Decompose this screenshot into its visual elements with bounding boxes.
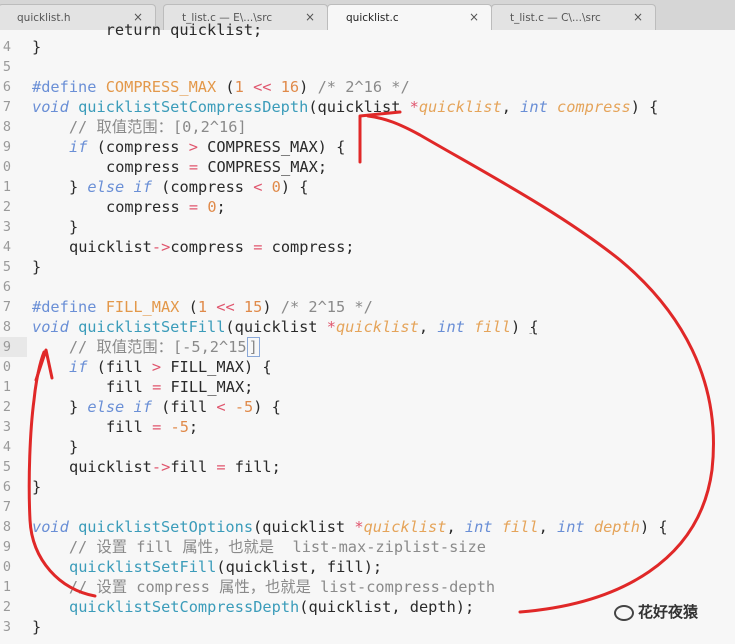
code-line: compress = 0; [106,198,226,216]
code-line: // 设置 compress 属性，也就是 list-compress-dept… [32,578,496,596]
tab-t-list-c-c[interactable]: t_list.c — C\...\src × [491,4,656,30]
code-line: fill = FILL_MAX; [106,378,254,396]
bracket-match: ] [246,337,260,357]
code-area[interactable]: return quicklist; } #define COMPRESS_MAX… [0,21,735,644]
tab-label: t_list.c — C\...\src [510,12,601,24]
code-line: } else if (compress < 0) { [69,178,309,196]
code-line: compress = COMPRESS_MAX; [106,158,328,176]
code-line: void quicklistSetOptions(quicklist *quic… [32,518,668,536]
code-line: } else if (fill < -5) { [69,398,281,416]
code-line: #define FILL_MAX (1 << 15) /* 2^15 */ [32,298,373,316]
close-icon[interactable]: × [305,10,315,24]
watermark: 花好夜猿 [614,600,698,624]
code-line: quicklistSetFill(quicklist, fill); [69,558,383,576]
code-line: // 取值范围：[-5,2^15] [32,337,260,357]
close-icon[interactable]: × [633,10,643,24]
code-line: #define COMPRESS_MAX (1 << 16) /* 2^16 *… [32,78,410,96]
code-line: fill = -5; [106,418,199,436]
code-line: return quicklist; [32,21,263,39]
tab-quicklist-c[interactable]: quicklist.c × [327,4,492,30]
code-line: quicklist->compress = compress; [69,238,355,256]
code-line: void quicklistSetFill(quicklist *quickli… [32,318,539,336]
code-line: } [69,438,79,456]
tab-label: quicklist.c [346,12,399,24]
code-line: } [32,38,42,56]
code-editor[interactable]: 456789012345678901234567890123 return qu… [0,21,735,644]
code-line: } [69,218,79,236]
code-line: if (compress > COMPRESS_MAX) { [69,138,346,156]
code-line: quicklist->fill = fill; [69,458,281,476]
code-line: // 设置 fill 属性，也就是 list-max-ziplist-size [32,538,486,556]
code-line: quicklistSetCompressDepth(quicklist, dep… [69,598,475,616]
code-line: void quicklistSetCompressDepth(quicklist… [32,98,659,116]
wechat-icon [614,604,634,621]
code-line: } [32,258,42,276]
code-line: } [32,478,42,496]
code-line: if (fill > FILL_MAX) { [69,358,272,376]
close-icon[interactable]: × [469,10,479,24]
code-line: } [32,618,42,636]
code-line: // 取值范围：[0,2^16] [32,118,247,136]
